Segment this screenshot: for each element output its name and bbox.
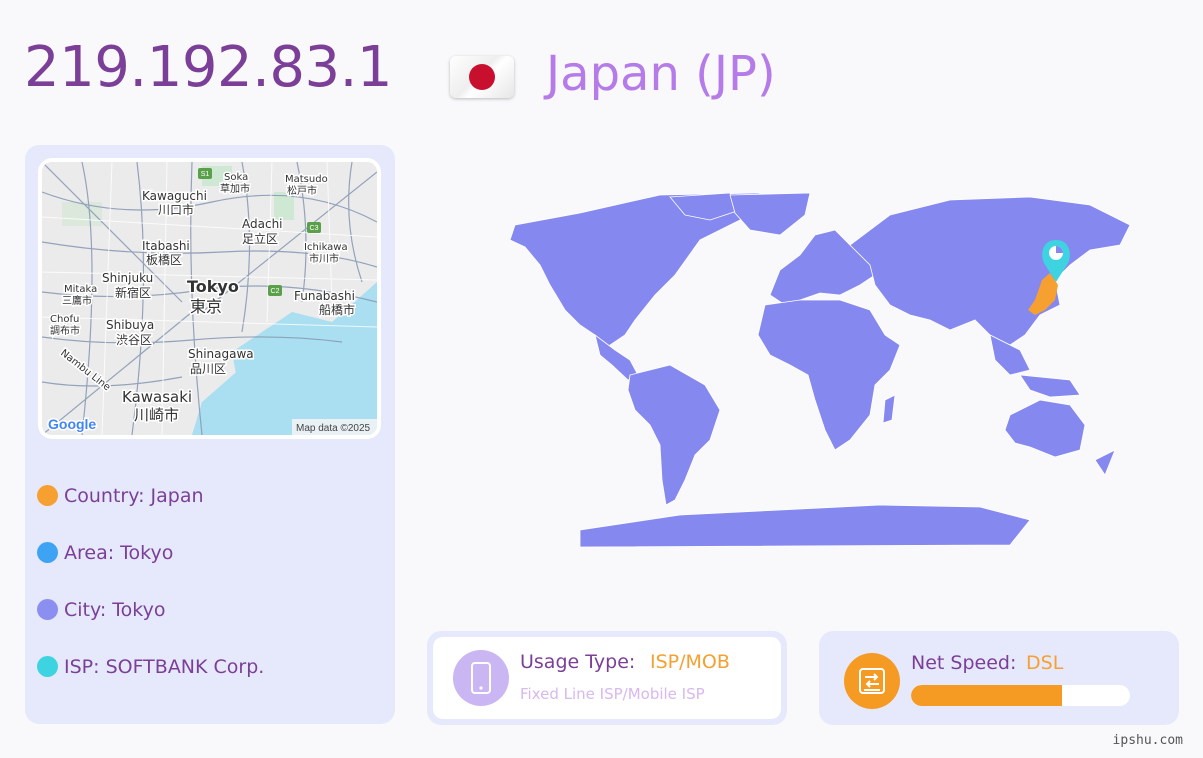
- country-bullet: [37, 485, 58, 506]
- svg-text:Ichikawa: Ichikawa: [304, 242, 348, 253]
- africa-shape: [757, 299, 901, 451]
- svg-text:Soka: Soka: [224, 172, 248, 183]
- svg-text:調布市: 調布市: [50, 324, 80, 337]
- svg-text:Tokyo: Tokyo: [187, 277, 239, 296]
- svg-text:Chofu: Chofu: [50, 314, 79, 325]
- svg-text:C3: C3: [310, 225, 319, 232]
- svg-text:川口市: 川口市: [158, 202, 194, 217]
- svg-text:東京: 東京: [190, 297, 222, 316]
- greenland-shape: [729, 192, 811, 236]
- svg-text:新宿区: 新宿区: [115, 285, 151, 300]
- antarctica-shape: [579, 504, 1031, 548]
- svg-text:渋谷区: 渋谷区: [116, 333, 152, 347]
- usage-type-value: ISP/MOB: [650, 651, 730, 673]
- network-card-icon: [844, 653, 900, 709]
- japan-flag-icon: [450, 56, 514, 98]
- net-speed-bar-fill: [911, 685, 1063, 706]
- svg-text:市川市: 市川市: [309, 252, 339, 265]
- svg-text:S1: S1: [201, 171, 210, 178]
- south-america-shape: [627, 364, 721, 506]
- svg-text:Matsudo: Matsudo: [285, 174, 328, 185]
- area-bullet: [37, 542, 58, 563]
- country-title: Japan (JP): [546, 46, 776, 102]
- usage-type-description: Fixed Line ISP/Mobile ISP: [520, 685, 705, 703]
- map-label-kawaguchi: Kawaguchi: [142, 189, 207, 203]
- map-attribution: Map data ©2025: [296, 423, 371, 434]
- svg-text:品川区: 品川区: [190, 362, 226, 376]
- mobile-phone-icon: [453, 650, 509, 706]
- svg-text:Mitaka: Mitaka: [64, 284, 97, 295]
- svg-text:Itabashi: Itabashi: [142, 239, 190, 253]
- central-america-shape: [594, 334, 639, 381]
- location-card: S1 C3 C2 Kawaguchi 川口市 Soka 草加市 Matsudo …: [25, 145, 395, 724]
- svg-text:板橋区: 板橋区: [146, 253, 182, 267]
- isp-bullet: [37, 656, 58, 677]
- ip-address: 219.192.83.1: [24, 35, 393, 100]
- info-row-isp: ISP: SOFTBANK Corp.: [37, 638, 264, 695]
- svg-text:Adachi: Adachi: [242, 217, 283, 231]
- svg-text:船橋市: 船橋市: [319, 302, 355, 317]
- svg-text:三鷹市: 三鷹市: [62, 294, 92, 307]
- site-watermark: ipshu.com: [1112, 733, 1183, 748]
- svg-text:草加市: 草加市: [220, 182, 250, 195]
- net-speed-bar: [911, 685, 1130, 706]
- usage-type-card: Usage Type: ISP/MOB Fixed Line ISP/Mobil…: [427, 631, 787, 725]
- info-row-area: Area: Tokyo: [37, 524, 264, 581]
- svg-text:川崎市: 川崎市: [134, 406, 179, 424]
- net-speed-card: Net Speed: DSL: [819, 631, 1179, 725]
- australia-shape: [1004, 399, 1086, 458]
- north-america-shape: [509, 192, 761, 356]
- city-map[interactable]: S1 C3 C2 Kawaguchi 川口市 Soka 草加市 Matsudo …: [38, 158, 381, 439]
- info-row-country: Country: Japan: [37, 467, 264, 524]
- google-logo: Google: [48, 416, 96, 432]
- info-list: Country: Japan Area: Tokyo City: Tokyo I…: [37, 467, 264, 695]
- city-bullet: [37, 599, 58, 620]
- svg-text:Shinagawa: Shinagawa: [188, 347, 254, 361]
- net-speed-value: DSL: [1026, 652, 1064, 674]
- svg-text:Kawasaki: Kawasaki: [122, 388, 192, 406]
- svg-text:C2: C2: [271, 288, 280, 295]
- svg-text:Shinjuku: Shinjuku: [102, 271, 153, 285]
- asia-shape: [849, 196, 1131, 346]
- world-map: [430, 185, 1175, 560]
- svg-text:Funabashi: Funabashi: [294, 289, 355, 303]
- svg-text:Shibuya: Shibuya: [106, 318, 154, 332]
- usage-type-label: Usage Type:: [520, 651, 636, 673]
- net-speed-label: Net Speed:: [911, 652, 1017, 674]
- svg-text:足立区: 足立区: [242, 231, 278, 246]
- info-row-city: City: Tokyo: [37, 581, 264, 638]
- svg-text:松戸市: 松戸市: [287, 184, 317, 197]
